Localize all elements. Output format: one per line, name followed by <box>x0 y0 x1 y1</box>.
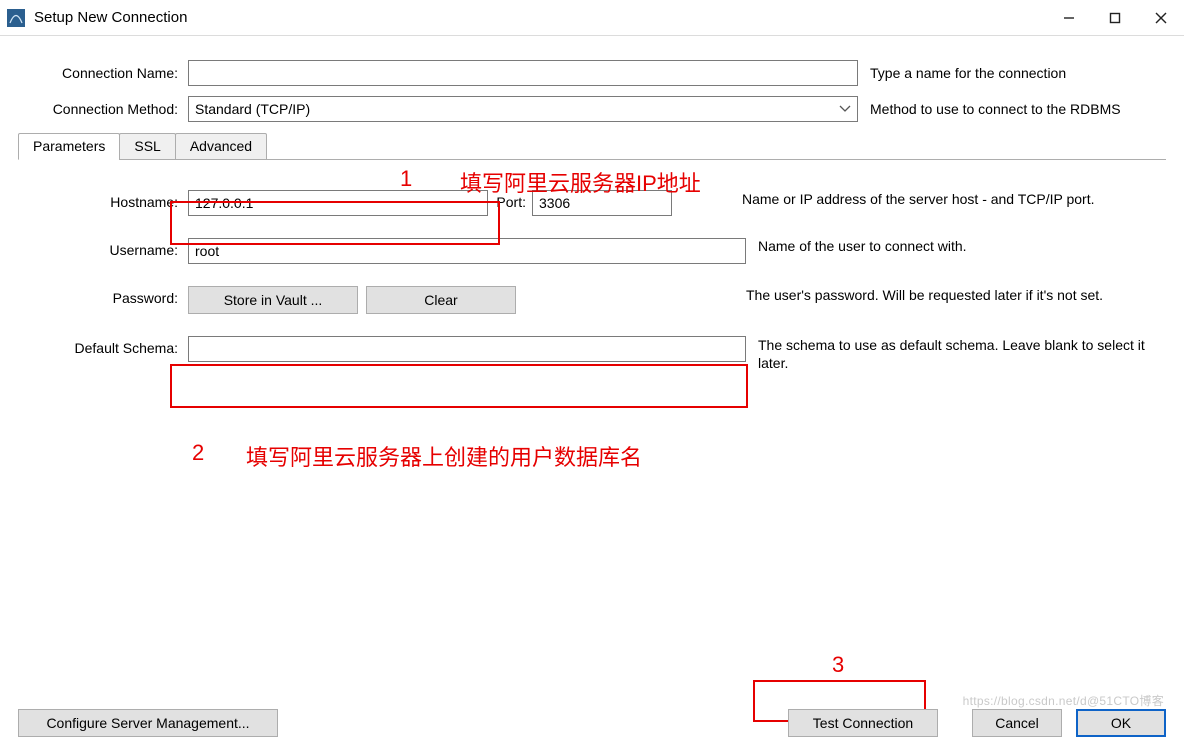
annotation-2-text: 填写阿里云服务器上创建的用户数据库名 <box>246 440 642 472</box>
minimize-button[interactable] <box>1046 0 1092 36</box>
annotation-2-number: 2 <box>192 440 204 466</box>
dialog-body: Connection Name: Type a name for the con… <box>0 36 1184 372</box>
hint-connection-method: Method to use to connect to the RDBMS <box>870 101 1166 117</box>
row-default-schema: Default Schema: The schema to use as def… <box>18 336 1166 372</box>
hint-default-schema: The schema to use as default schema. Lea… <box>758 336 1166 372</box>
tab-advanced[interactable]: Advanced <box>175 133 267 160</box>
tab-body-parameters: Hostname: Port: Name or IP address of th… <box>18 160 1166 372</box>
ok-button[interactable]: OK <box>1076 709 1166 737</box>
username-input[interactable] <box>188 238 746 264</box>
hint-username: Name of the user to connect with. <box>758 238 1166 254</box>
row-connection-method: Connection Method: Standard (TCP/IP) Met… <box>18 96 1166 122</box>
connection-method-value: Standard (TCP/IP) <box>195 101 310 117</box>
test-connection-button[interactable]: Test Connection <box>788 709 938 737</box>
row-username: Username: Name of the user to connect wi… <box>18 238 1166 264</box>
maximize-button[interactable] <box>1092 0 1138 36</box>
store-in-vault-button[interactable]: Store in Vault ... <box>188 286 358 314</box>
connection-name-input[interactable] <box>188 60 858 86</box>
hostname-input[interactable] <box>188 190 488 216</box>
label-port: Port: <box>488 190 532 210</box>
row-connection-name: Connection Name: Type a name for the con… <box>18 60 1166 86</box>
tabs: Parameters SSL Advanced <box>18 132 1166 160</box>
label-username: Username: <box>18 238 188 258</box>
hint-connection-name: Type a name for the connection <box>870 65 1166 81</box>
hint-hostname: Name or IP address of the server host - … <box>742 190 1166 208</box>
close-button[interactable] <box>1138 0 1184 36</box>
connection-method-select[interactable]: Standard (TCP/IP) <box>188 96 858 122</box>
label-connection-method: Connection Method: <box>18 101 188 117</box>
tab-parameters[interactable]: Parameters <box>18 133 120 160</box>
titlebar: Setup New Connection <box>0 0 1184 36</box>
default-schema-input[interactable] <box>188 336 746 362</box>
label-default-schema: Default Schema: <box>18 336 188 356</box>
configure-server-management-button[interactable]: Configure Server Management... <box>18 709 278 737</box>
hint-password: The user's password. Will be requested l… <box>746 286 1166 304</box>
label-password: Password: <box>18 286 188 306</box>
app-icon <box>6 8 26 28</box>
clear-password-button[interactable]: Clear <box>366 286 516 314</box>
row-password: Password: Store in Vault ... Clear The u… <box>18 286 1166 314</box>
cancel-button[interactable]: Cancel <box>972 709 1062 737</box>
label-connection-name: Connection Name: <box>18 65 188 81</box>
dialog-footer: Configure Server Management... Test Conn… <box>0 709 1184 737</box>
port-input[interactable] <box>532 190 672 216</box>
row-hostname: Hostname: Port: Name or IP address of th… <box>18 190 1166 216</box>
chevron-down-icon <box>839 102 851 116</box>
tab-ssl[interactable]: SSL <box>119 133 175 160</box>
watermark: https://blog.csdn.net/d@51CTO博客 <box>963 692 1164 709</box>
window-title: Setup New Connection <box>34 9 187 26</box>
annotation-3-number: 3 <box>832 652 844 678</box>
label-hostname: Hostname: <box>18 190 188 210</box>
